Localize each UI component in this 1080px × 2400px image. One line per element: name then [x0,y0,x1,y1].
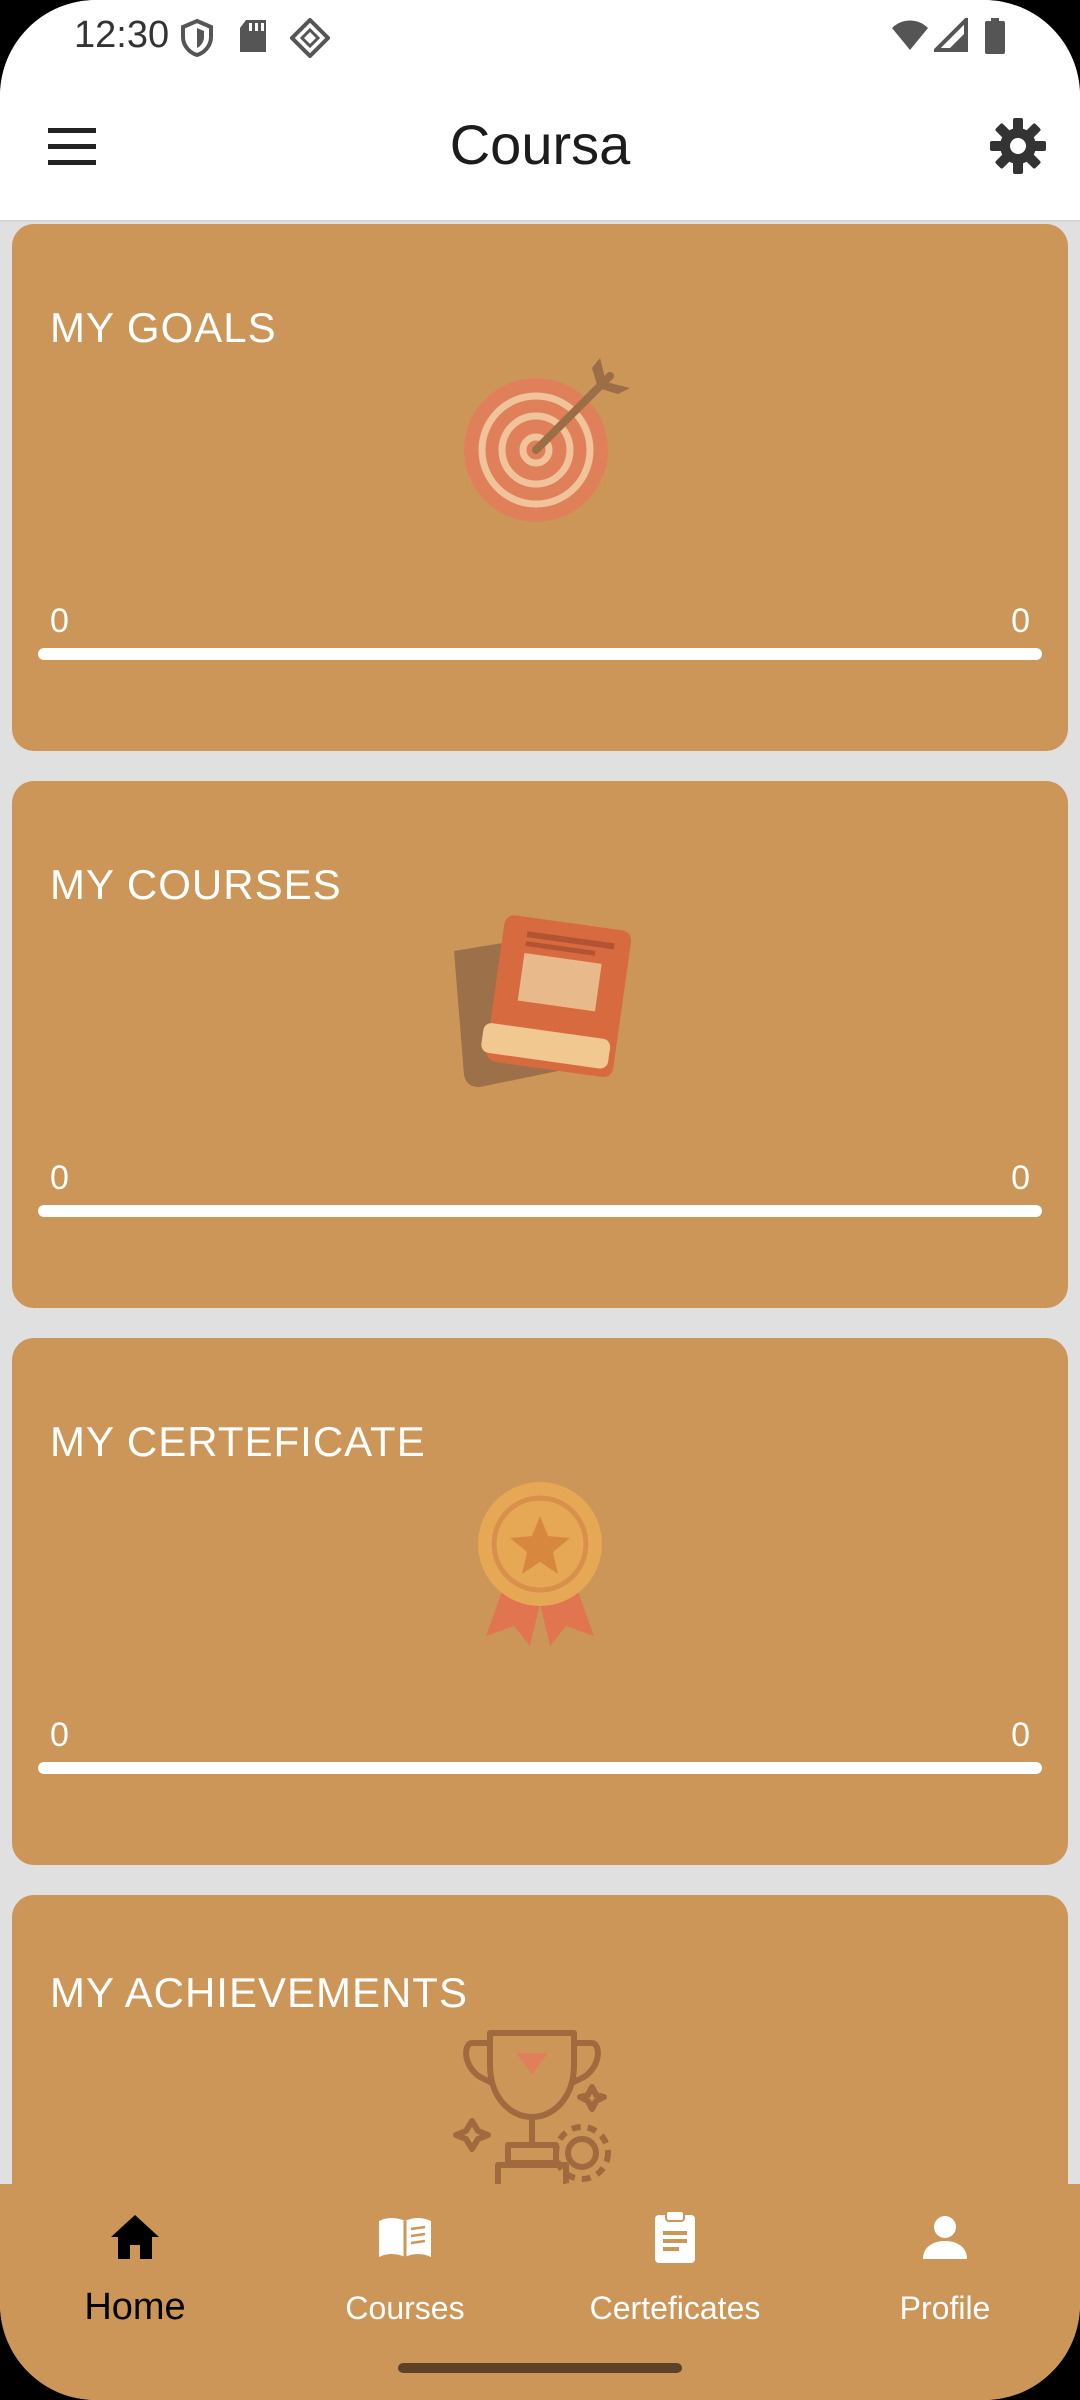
progress-min: 0 [50,1159,69,1197]
home-indicator[interactable] [398,2363,682,2373]
progress-max: 0 [1011,1159,1030,1197]
nav-home[interactable]: Home [0,2184,270,2334]
nav-label: Profile [899,2290,991,2326]
home-icon [111,2215,159,2259]
progress-min: 0 [50,602,69,640]
certificate-card[interactable]: MY CERTEFICATE 0 0 [12,1338,1068,1865]
shield-icon [181,18,213,58]
card-title: MY ACHIEVEMENTS [50,1969,468,2016]
card-title: MY CERTEFICATE [50,1418,426,1465]
nav-label: Certeficates [589,2290,761,2326]
phone-screen: 12:30 Coursa MY GOALS 0 0 MY COURSES 0 0… [0,0,1080,2400]
app-bar: Coursa [0,72,1080,222]
person-icon [923,2216,967,2259]
nav-profile[interactable]: Profile [810,2184,1080,2334]
trophy-icon [453,2030,611,2184]
nav-courses[interactable]: Courses [270,2184,540,2334]
nav-certeficates[interactable]: Certeficates [540,2184,810,2334]
progress-bar [38,1205,1042,1217]
signal-icon [934,18,968,52]
progress-max: 0 [1011,602,1030,640]
progress-bar [38,1762,1042,1774]
battery-icon [985,18,1005,54]
progress-min: 0 [50,1716,69,1754]
nav-label: Home [84,2286,186,2328]
target-icon [464,358,630,522]
achievements-card[interactable]: MY ACHIEVEMENTS [12,1895,1068,2184]
book-open-icon [379,2218,431,2257]
wifi-icon [892,20,928,50]
progress-bar [38,648,1042,660]
gear-icon[interactable] [988,116,1048,176]
goals-card[interactable]: MY GOALS 0 0 [12,224,1068,751]
nav-label: Courses [345,2290,465,2326]
vpn-diamond-icon [290,18,330,58]
dashboard-content: MY GOALS 0 0 MY COURSES 0 0 MY CERTEFICA… [0,222,1080,2184]
status-time: 12:30 [74,14,170,56]
books-icon [454,915,632,1087]
medal-icon [478,1482,602,1646]
card-title: MY COURSES [50,861,342,908]
progress-max: 0 [1011,1716,1030,1754]
card-title: MY GOALS [50,304,277,351]
status-bar: 12:30 [0,0,1080,72]
courses-card[interactable]: MY COURSES 0 0 [12,781,1068,1308]
clipboard-icon [655,2210,695,2263]
sd-card-icon [240,20,266,52]
app-title: Coursa [449,113,631,176]
